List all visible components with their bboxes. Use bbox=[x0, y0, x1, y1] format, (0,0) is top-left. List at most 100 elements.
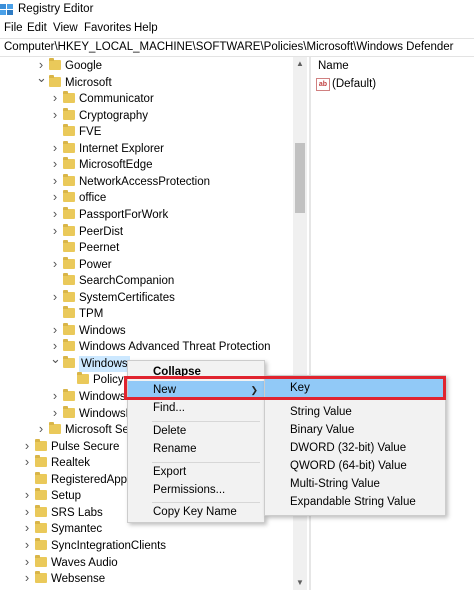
tree-item-label: Windows bbox=[79, 324, 126, 337]
expand-chevron-icon[interactable]: › bbox=[22, 571, 32, 584]
tree-item[interactable]: TPM bbox=[0, 306, 290, 322]
menu-view[interactable]: View bbox=[53, 22, 78, 34]
folder-icon bbox=[63, 223, 75, 236]
tree-item[interactable]: › NetworkAccessProtection bbox=[0, 173, 290, 190]
window-title: Registry Editor bbox=[18, 3, 94, 15]
menu-item-collapse[interactable]: Collapse bbox=[128, 363, 264, 382]
tree-item[interactable]: › PassportForWork bbox=[0, 206, 290, 223]
tree-item[interactable]: › office bbox=[0, 190, 290, 206]
menu-item-delete[interactable]: Delete bbox=[128, 422, 264, 441]
tree-item[interactable]: › SystemCertificates bbox=[0, 289, 290, 306]
menu-item-export[interactable]: Export bbox=[128, 463, 264, 482]
expand-chevron-icon[interactable]: › bbox=[50, 108, 60, 121]
no-chevron-spacer bbox=[64, 373, 74, 385]
expand-chevron-icon[interactable]: › bbox=[50, 174, 60, 187]
expand-chevron-icon[interactable]: › bbox=[50, 389, 60, 402]
expand-chevron-icon[interactable]: › bbox=[22, 555, 32, 568]
submenu-item-dword-value[interactable]: DWORD (32-bit) Value bbox=[265, 439, 445, 458]
tree-item[interactable]: FVE bbox=[0, 124, 290, 140]
expand-chevron-icon[interactable]: › bbox=[50, 224, 60, 237]
address-bar[interactable]: Computer\HKEY_LOCAL_MACHINE\SOFTWARE\Pol… bbox=[0, 38, 474, 57]
folder-icon bbox=[35, 521, 47, 534]
tree-item[interactable]: › MicrosoftEdge bbox=[0, 157, 290, 173]
value-name: (Default) bbox=[332, 78, 377, 90]
tree-item[interactable]: › Power bbox=[0, 256, 290, 273]
menu-item-rename[interactable]: Rename bbox=[128, 440, 264, 459]
scroll-up-icon[interactable]: ▲ bbox=[293, 57, 307, 71]
expand-chevron-icon[interactable]: › bbox=[50, 257, 60, 270]
folder-icon bbox=[35, 438, 47, 451]
tree-item[interactable]: › PeerDist bbox=[0, 223, 290, 240]
expand-chevron-icon[interactable]: › bbox=[50, 207, 60, 220]
tree-item-label: PeerDist bbox=[79, 225, 124, 238]
submenu-item-qword-value[interactable]: QWORD (64-bit) Value bbox=[265, 457, 445, 476]
menu-help[interactable]: Help bbox=[134, 22, 158, 34]
submenu-item-string-value[interactable]: String Value bbox=[265, 403, 445, 422]
tree-item[interactable]: › Websense bbox=[0, 571, 290, 587]
expand-chevron-icon[interactable]: › bbox=[50, 406, 60, 419]
collapse-chevron-icon[interactable]: ⌄ bbox=[50, 352, 61, 365]
expand-chevron-icon[interactable]: › bbox=[22, 505, 32, 518]
tree-item[interactable]: › Windows Advanced Threat Protection bbox=[0, 339, 290, 355]
tree-item-label: Internet Explorer bbox=[79, 142, 165, 155]
expand-chevron-icon[interactable]: › bbox=[50, 141, 60, 154]
menu-item-copy-key-name[interactable]: Copy Key Name bbox=[128, 503, 264, 522]
folder-icon bbox=[63, 256, 75, 269]
submenu-item-key[interactable]: Key bbox=[265, 379, 445, 398]
column-header-name[interactable]: Name bbox=[318, 60, 349, 72]
tree-item-label: Windows Advanced Threat Protection bbox=[79, 341, 271, 354]
folder-icon bbox=[63, 240, 75, 253]
submenu-item-expandable-string-value[interactable]: Expandable String Value bbox=[265, 493, 445, 512]
folder-icon bbox=[63, 107, 75, 120]
menu-file[interactable]: File bbox=[4, 22, 23, 34]
tree-item[interactable]: › Windows bbox=[0, 322, 290, 339]
tree-item[interactable]: › Communicator bbox=[0, 91, 290, 107]
tree-item[interactable]: ⌄ Microsoft bbox=[0, 71, 290, 91]
expand-chevron-icon[interactable]: › bbox=[50, 91, 60, 104]
submenu-item-binary-value[interactable]: Binary Value bbox=[265, 421, 445, 440]
tree-item-label: SyncIntegrationClients bbox=[51, 539, 167, 552]
submenu-item-multi-string-value[interactable]: Multi-String Value bbox=[265, 475, 445, 494]
expand-chevron-icon[interactable]: › bbox=[50, 290, 60, 303]
expand-chevron-icon[interactable]: › bbox=[22, 439, 32, 452]
registry-editor-icon bbox=[0, 4, 13, 15]
expand-chevron-icon[interactable]: › bbox=[22, 455, 32, 468]
tree-item-label: Windows bbox=[79, 391, 126, 403]
scroll-down-icon[interactable]: ▼ bbox=[293, 576, 307, 590]
expand-chevron-icon[interactable]: › bbox=[36, 422, 46, 435]
expand-chevron-icon[interactable]: › bbox=[50, 157, 60, 170]
address-path[interactable]: Computer\HKEY_LOCAL_MACHINE\SOFTWARE\Pol… bbox=[4, 41, 453, 53]
no-chevron-spacer bbox=[50, 307, 60, 319]
collapse-chevron-icon[interactable]: ⌄ bbox=[36, 71, 47, 84]
folder-icon bbox=[63, 289, 75, 302]
tree-item[interactable]: SearchCompanion bbox=[0, 273, 290, 289]
tree-item-label: Google bbox=[65, 60, 103, 72]
menu-item-find[interactable]: Find... bbox=[128, 399, 264, 418]
tree-item[interactable]: › Cryptography bbox=[0, 107, 290, 124]
tree-item-label: Realtek bbox=[51, 457, 90, 470]
expand-chevron-icon[interactable]: › bbox=[50, 323, 60, 336]
tree-item[interactable]: Peernet bbox=[0, 240, 290, 256]
tree-item[interactable]: › Internet Explorer bbox=[0, 140, 290, 157]
expand-chevron-icon[interactable]: › bbox=[22, 538, 32, 551]
tree-item[interactable]: › Waves Audio bbox=[0, 554, 290, 571]
tree-item-label: Cryptography bbox=[79, 109, 149, 122]
expand-chevron-icon[interactable]: › bbox=[22, 521, 32, 534]
folder-icon bbox=[63, 124, 75, 137]
tree-item[interactable]: › SyncIntegrationClients bbox=[0, 537, 290, 554]
menu-item-permissions[interactable]: Permissions... bbox=[128, 481, 264, 500]
tree-item[interactable]: › Symantec bbox=[0, 521, 290, 537]
menu-item-new[interactable]: New ❯ bbox=[128, 381, 264, 400]
folder-icon bbox=[49, 58, 61, 70]
folder-icon bbox=[49, 422, 61, 435]
expand-chevron-icon[interactable]: › bbox=[50, 190, 60, 203]
expand-chevron-icon[interactable]: › bbox=[22, 488, 32, 501]
menu-favorites[interactable]: Favorites bbox=[84, 22, 131, 34]
folder-icon bbox=[63, 322, 75, 335]
tree-item-label: SRS Labs bbox=[51, 506, 103, 519]
no-chevron-spacer bbox=[50, 241, 60, 253]
folder-icon bbox=[35, 455, 47, 468]
scroll-thumb[interactable] bbox=[295, 143, 305, 213]
tree-item-label: MicrosoftEdge bbox=[79, 159, 153, 172]
menu-edit[interactable]: Edit bbox=[27, 22, 47, 34]
